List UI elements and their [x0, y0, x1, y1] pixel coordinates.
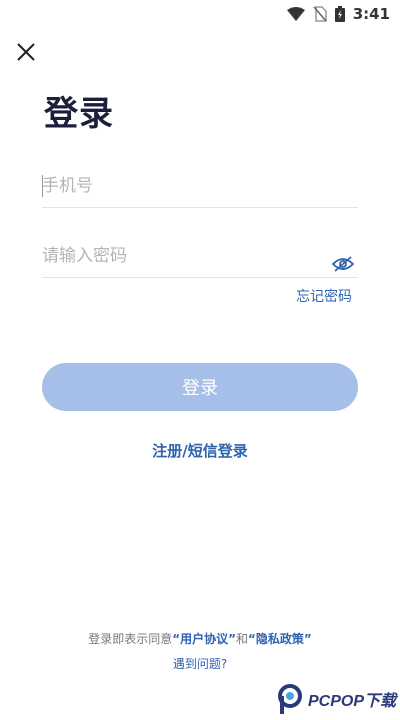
- login-screen: 3:41 登录 忘记密码 登录 注册/短信登录 登录即表示同意“用户协议”和“隐…: [0, 0, 400, 720]
- status-time: 3:41: [352, 5, 390, 23]
- no-sim-icon: [313, 6, 327, 22]
- watermark: PCPOP下载: [276, 684, 396, 714]
- agreement-and: 和: [236, 632, 249, 646]
- user-agreement-link[interactable]: “用户协议”: [172, 632, 236, 646]
- status-bar: 3:41: [0, 0, 400, 28]
- agreement-text: 登录即表示同意“用户协议”和“隐私政策”: [0, 630, 400, 647]
- register-sms-login-link[interactable]: 注册/短信登录: [0, 440, 400, 461]
- phone-input[interactable]: [42, 175, 358, 196]
- pcpop-logo-icon: [278, 684, 302, 714]
- wifi-icon: [286, 7, 305, 21]
- close-button[interactable]: [14, 40, 38, 64]
- login-button[interactable]: 登录: [42, 363, 358, 411]
- forgot-password-link[interactable]: 忘记密码: [296, 286, 352, 306]
- password-visibility-toggle[interactable]: [331, 256, 355, 272]
- watermark-text: PCPOP下载: [308, 693, 397, 710]
- password-input[interactable]: [42, 245, 358, 266]
- privacy-policy-link[interactable]: “隐私政策”: [248, 632, 312, 646]
- agreement-prefix: 登录即表示同意: [88, 632, 173, 646]
- page-title: 登录: [44, 94, 114, 134]
- eye-icon: [331, 256, 355, 272]
- text-caret: [42, 175, 43, 197]
- help-link[interactable]: 遇到问题?: [0, 655, 400, 672]
- battery-charging-icon: [334, 6, 345, 22]
- phone-field: [42, 164, 358, 208]
- close-icon: [17, 43, 35, 61]
- password-field: [42, 234, 358, 278]
